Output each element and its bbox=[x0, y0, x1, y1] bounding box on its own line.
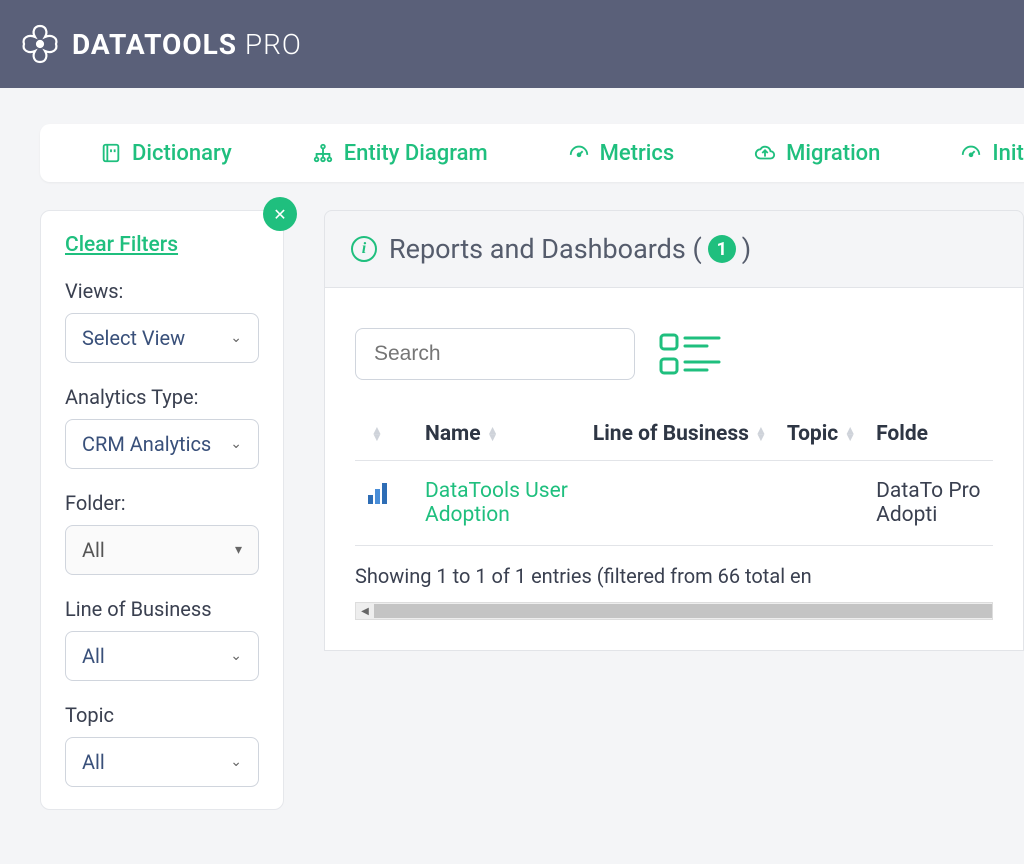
scroll-thumb[interactable] bbox=[374, 604, 992, 618]
close-icon: ✕ bbox=[273, 205, 286, 224]
main-nav: Dictionary Entity Diagram Metrics Migrat… bbox=[40, 124, 1024, 182]
table-row: DataTools User Adoption DataTo Pro Adopt… bbox=[355, 461, 993, 546]
nav-label: Migration bbox=[786, 141, 880, 166]
report-link[interactable]: DataTools User Adoption bbox=[425, 479, 568, 527]
chevron-down-icon: ⌄ bbox=[230, 436, 242, 452]
nav-metrics[interactable]: Metrics bbox=[568, 141, 675, 166]
gauge-icon bbox=[568, 142, 590, 164]
analytics-type-label: Analytics Type: bbox=[65, 385, 259, 409]
sort-icon[interactable]: ▲▼ bbox=[487, 427, 499, 441]
lob-select[interactable]: All ⌄ bbox=[65, 631, 259, 681]
cell-lob bbox=[583, 461, 777, 546]
select-value: All bbox=[82, 644, 105, 668]
nav-initiatives[interactable]: Initia bbox=[960, 141, 1024, 166]
title-text: ) bbox=[742, 233, 751, 265]
col-topic[interactable]: Topic bbox=[787, 422, 838, 446]
toolbar bbox=[355, 328, 993, 380]
select-value: All bbox=[82, 538, 105, 562]
cell-folder: DataTo Pro Adopti bbox=[866, 461, 993, 546]
sort-icon[interactable]: ▲▼ bbox=[844, 427, 856, 441]
nav-label: Entity Diagram bbox=[344, 141, 488, 166]
folder-select[interactable]: All ▾ bbox=[65, 525, 259, 575]
select-value: Select View bbox=[82, 326, 185, 350]
col-lob[interactable]: Line of Business bbox=[593, 422, 749, 446]
views-label: Views: bbox=[65, 279, 259, 303]
sort-icon[interactable]: ▲▼ bbox=[371, 427, 383, 441]
views-select[interactable]: Select View ⌄ bbox=[65, 313, 259, 363]
chart-icon bbox=[365, 479, 393, 507]
filter-panel: ✕ Clear Filters Views: Select View ⌄ Ana… bbox=[40, 210, 284, 810]
nav-label: Initia bbox=[992, 141, 1024, 166]
select-value: CRM Analytics bbox=[82, 432, 211, 456]
main-panel: i Reports and Dashboards ( 1 ) bbox=[324, 210, 1024, 810]
chevron-down-icon: ⌄ bbox=[230, 330, 242, 346]
count-badge: 1 bbox=[708, 235, 736, 263]
nav-migration[interactable]: Migration bbox=[754, 141, 880, 166]
brand-name-bold: DATATOOLS bbox=[72, 28, 237, 61]
caret-down-icon: ▾ bbox=[235, 542, 242, 558]
list-view-icon[interactable] bbox=[659, 331, 723, 377]
gauge-icon bbox=[960, 142, 982, 164]
title-text: Reports and Dashboards ( bbox=[389, 233, 702, 265]
chevron-down-icon: ⌄ bbox=[230, 648, 242, 664]
nav-label: Dictionary bbox=[132, 141, 232, 166]
brand-name-light: PRO bbox=[237, 28, 302, 61]
panel-header: i Reports and Dashboards ( 1 ) bbox=[324, 210, 1024, 287]
results-table: ▲▼ Name ▲▼ Line of Business ▲▼ Topic ▲▼ Fol… bbox=[355, 408, 993, 546]
diagram-icon bbox=[312, 142, 334, 164]
clear-filters-link[interactable]: Clear Filters bbox=[65, 233, 178, 257]
sort-icon[interactable]: ▲▼ bbox=[755, 427, 767, 441]
search-input[interactable] bbox=[355, 328, 635, 380]
close-filters-button[interactable]: ✕ bbox=[263, 197, 297, 231]
dictionary-icon bbox=[100, 142, 122, 164]
topic-select[interactable]: All ⌄ bbox=[65, 737, 259, 787]
logo-icon bbox=[18, 22, 62, 66]
lob-label: Line of Business bbox=[65, 597, 259, 621]
info-icon[interactable]: i bbox=[351, 236, 377, 262]
cell-topic bbox=[777, 461, 866, 546]
panel-body: ▲▼ Name ▲▼ Line of Business ▲▼ Topic ▲▼ Fol… bbox=[324, 287, 1024, 651]
nav-entity-diagram[interactable]: Entity Diagram bbox=[312, 141, 488, 166]
col-name[interactable]: Name bbox=[425, 422, 481, 446]
brand-logo: DATATOOLS PRO bbox=[18, 22, 302, 66]
chevron-down-icon: ⌄ bbox=[230, 754, 242, 770]
analytics-type-select[interactable]: CRM Analytics ⌄ bbox=[65, 419, 259, 469]
panel-title: Reports and Dashboards ( 1 ) bbox=[389, 233, 751, 265]
nav-label: Metrics bbox=[600, 141, 675, 166]
app-header: DATATOOLS PRO bbox=[0, 0, 1024, 88]
folder-label: Folder: bbox=[65, 491, 259, 515]
col-folder[interactable]: Folde bbox=[876, 422, 928, 446]
select-value: All bbox=[82, 750, 105, 774]
topic-label: Topic bbox=[65, 703, 259, 727]
table-footer: Showing 1 to 1 of 1 entries (filtered fr… bbox=[355, 564, 993, 588]
scroll-left-icon: ◀ bbox=[356, 606, 374, 617]
nav-dictionary[interactable]: Dictionary bbox=[100, 141, 232, 166]
horizontal-scrollbar[interactable]: ◀ bbox=[355, 602, 993, 620]
cloud-icon bbox=[754, 142, 776, 164]
